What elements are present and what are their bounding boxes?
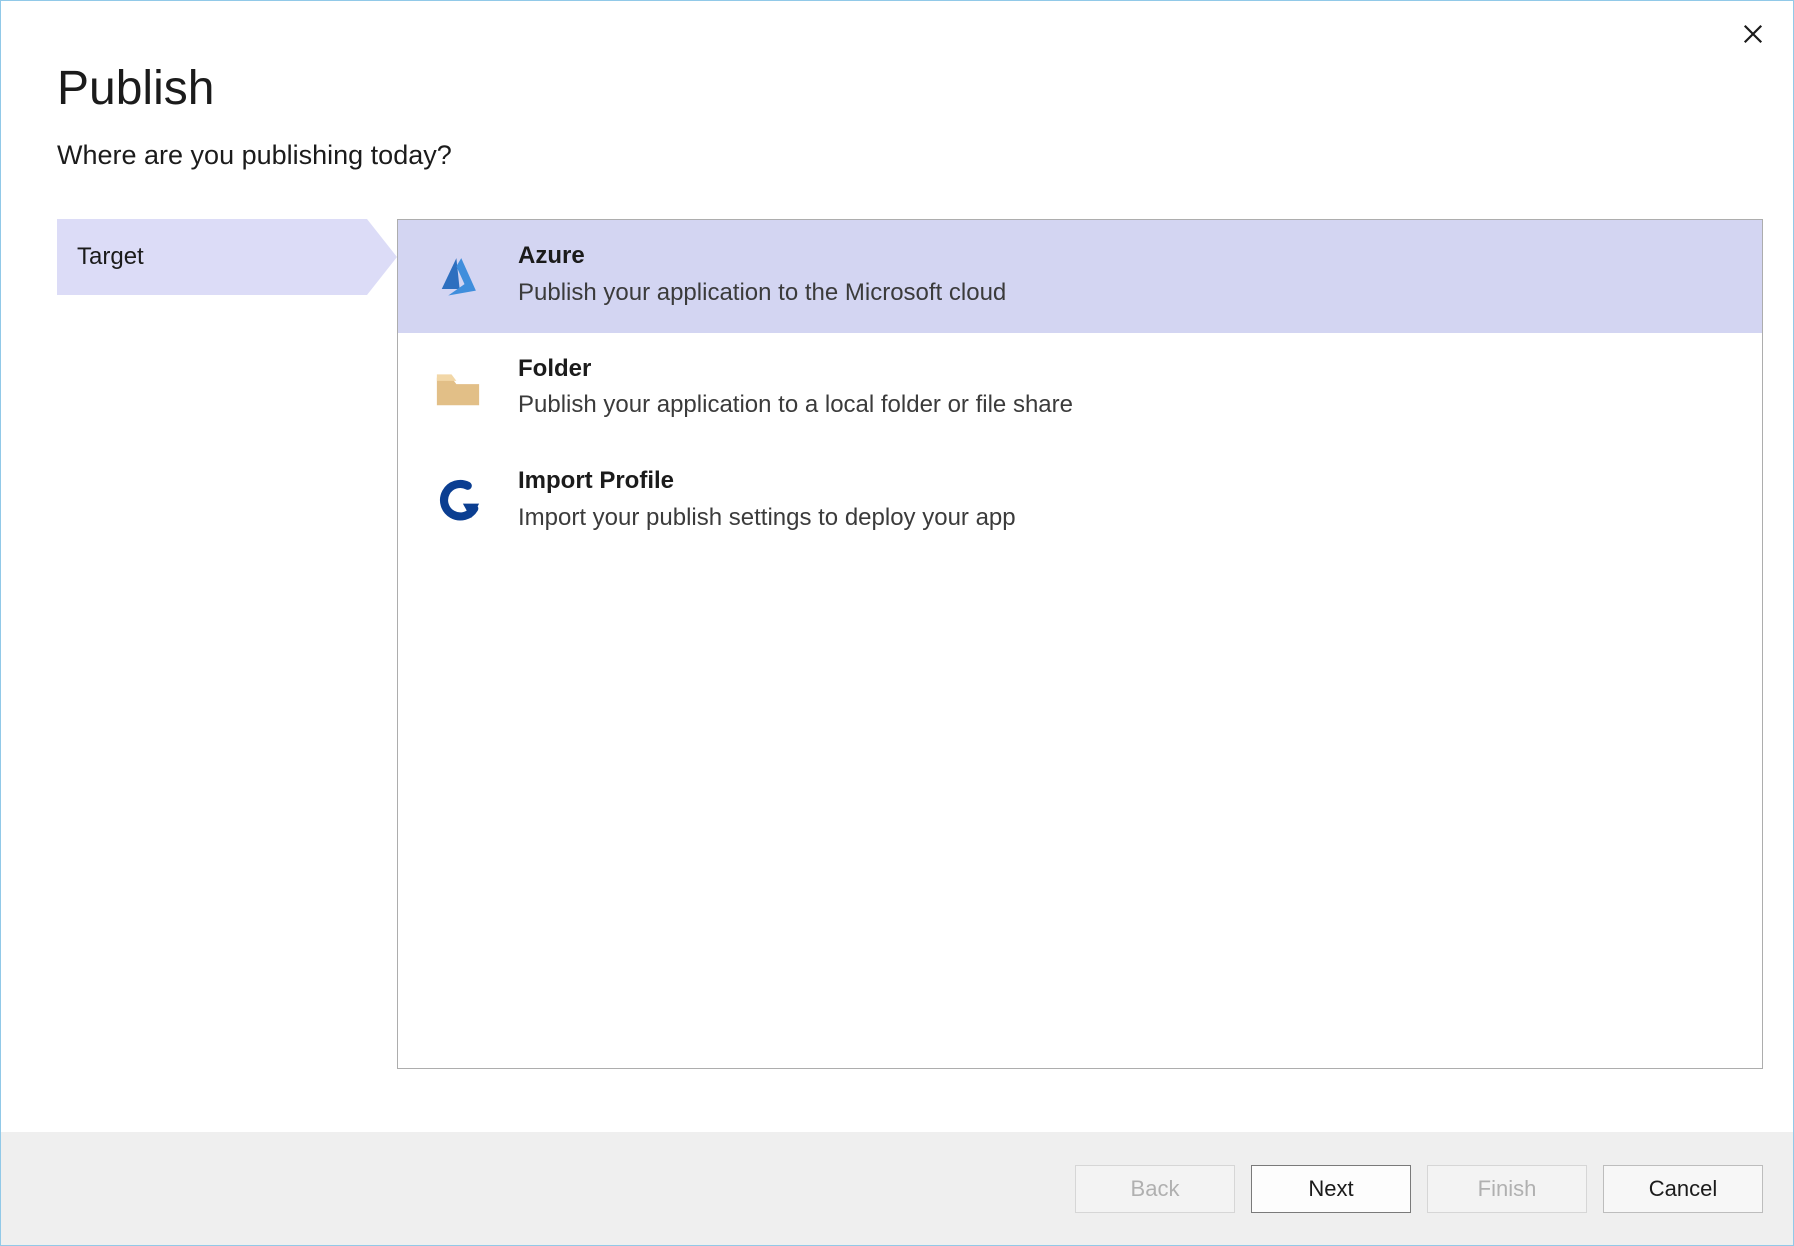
option-desc: Import your publish settings to deploy y… xyxy=(518,500,1734,536)
finish-button[interactable]: Finish xyxy=(1427,1165,1587,1213)
dialog-footer: Back Next Finish Cancel xyxy=(1,1132,1793,1245)
close-icon xyxy=(1742,23,1764,48)
dialog-body: Target Azure Publish your application to… xyxy=(1,195,1793,1132)
option-title: Azure xyxy=(518,242,1734,271)
close-button[interactable] xyxy=(1731,13,1775,57)
back-button[interactable]: Back xyxy=(1075,1165,1235,1213)
option-import-profile[interactable]: Import Profile Import your publish setti… xyxy=(398,445,1762,558)
option-desc: Publish your application to a local fold… xyxy=(518,387,1734,423)
option-text: Azure Publish your application to the Mi… xyxy=(518,242,1734,311)
option-text: Folder Publish your application to a loc… xyxy=(518,355,1734,424)
option-azure[interactable]: Azure Publish your application to the Mi… xyxy=(398,220,1762,333)
cancel-button[interactable]: Cancel xyxy=(1603,1165,1763,1213)
wizard-step-label: Target xyxy=(77,243,144,270)
folder-icon xyxy=(426,357,490,421)
azure-icon xyxy=(426,244,490,308)
dialog-header: Publish Where are you publishing today? xyxy=(1,1,1793,195)
import-icon xyxy=(426,470,490,534)
option-folder[interactable]: Folder Publish your application to a loc… xyxy=(398,333,1762,446)
option-text: Import Profile Import your publish setti… xyxy=(518,467,1734,536)
next-button[interactable]: Next xyxy=(1251,1165,1411,1213)
dialog-title: Publish xyxy=(57,63,1737,116)
option-title: Import Profile xyxy=(518,467,1734,496)
publish-dialog: Publish Where are you publishing today? … xyxy=(0,0,1794,1246)
wizard-step-target[interactable]: Target xyxy=(57,219,367,295)
option-title: Folder xyxy=(518,355,1734,384)
dialog-subtitle: Where are you publishing today? xyxy=(57,140,1737,171)
wizard-steps: Target xyxy=(57,219,367,1132)
option-desc: Publish your application to the Microsof… xyxy=(518,275,1734,311)
target-options-panel: Azure Publish your application to the Mi… xyxy=(397,219,1763,1069)
